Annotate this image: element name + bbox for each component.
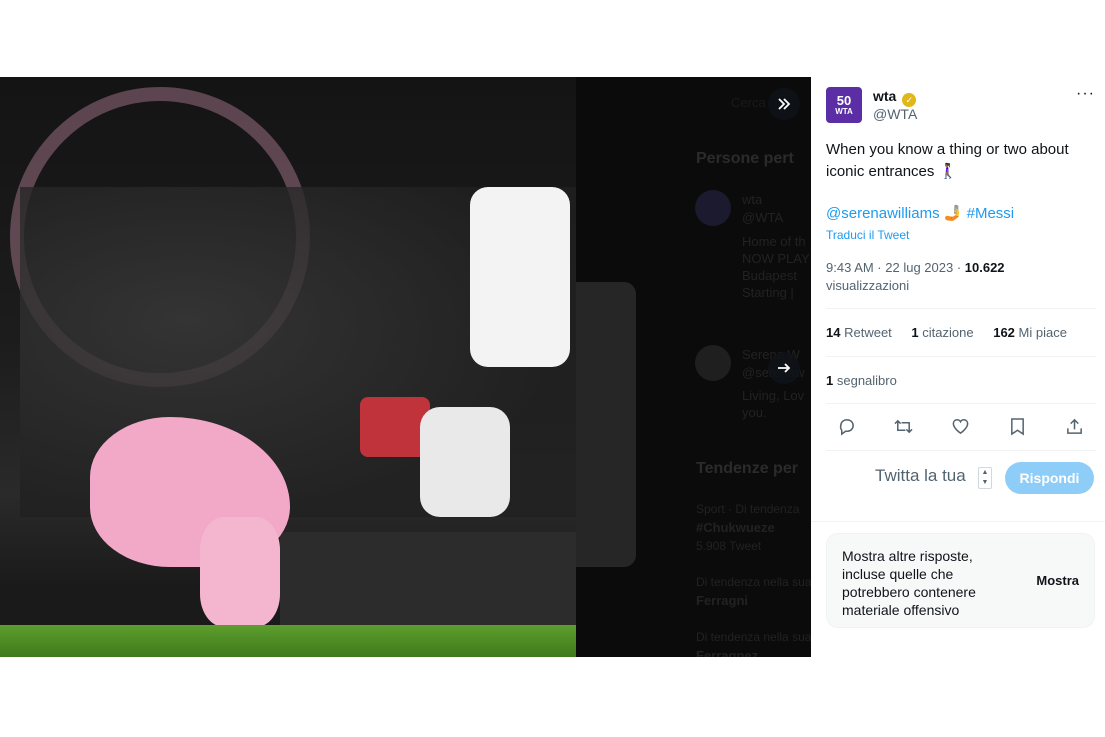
stand-ledge xyxy=(280,532,576,627)
trend1-count: 5.908 Tweet xyxy=(696,539,762,553)
spectator-white-shirt xyxy=(470,187,570,367)
reply-submit-button[interactable]: Rispondi xyxy=(1005,462,1094,494)
people-handle: @WTA xyxy=(742,210,784,225)
show-more-button[interactable]: Mostra xyxy=(1036,573,1079,588)
spectator-white-top xyxy=(420,407,510,517)
retweets-stat[interactable]: 14 Retweet xyxy=(826,325,892,340)
quotes-count: 1 xyxy=(911,325,919,340)
engagement-stats: 14 Retweet 1 citazione 162 Mi piace xyxy=(826,325,1083,340)
people-name: wta xyxy=(742,192,763,207)
trend3-context: Di tendenza nella sua xyxy=(696,630,811,644)
quotes-stat[interactable]: 1 citazione xyxy=(911,325,973,340)
reply-icon xyxy=(839,418,854,436)
section-separator xyxy=(811,521,1105,522)
divider xyxy=(826,450,1096,451)
bookmarks-stat: 1 segnalibro xyxy=(826,373,897,388)
people-section-title: Persone pert xyxy=(696,150,794,167)
retweets-label: Retweet xyxy=(844,325,892,340)
trend2-name: Ferragni xyxy=(696,593,749,608)
background-media-card xyxy=(576,282,636,567)
tweet-meta: 9:43 AM · 22 lug 2023 · 10.622 visualizz… xyxy=(826,259,1005,295)
next-media-button[interactable] xyxy=(768,352,800,384)
person2-bio-2: you. xyxy=(742,405,767,420)
bookmarks-label: segnalibro xyxy=(836,373,897,388)
person2-bio: Living, Lov xyxy=(742,388,805,403)
person2-avatar xyxy=(695,345,731,381)
double-chevron-right-icon xyxy=(778,98,791,110)
share-icon xyxy=(1066,418,1082,434)
trend1-context: Sport · Di tendenza xyxy=(696,502,800,516)
author-avatar[interactable]: 50 WTA xyxy=(826,87,862,123)
author-name[interactable]: wta ✓ xyxy=(873,88,917,107)
author-name-text: wta xyxy=(873,88,897,104)
mention-link[interactable]: @serenawilliams xyxy=(826,205,940,222)
show-more-replies-box: Mostra altre risposte, incluse quelle ch… xyxy=(826,533,1095,628)
people-bio-2: NOW PLAY xyxy=(742,251,810,266)
likes-stat[interactable]: 162 Mi piace xyxy=(993,325,1067,340)
retweet-icon xyxy=(893,419,913,433)
author-handle[interactable]: @WTA xyxy=(873,106,917,122)
tweet-photo[interactable] xyxy=(0,77,576,657)
bookmarks-count: 1 xyxy=(826,373,834,388)
quotes-label: citazione xyxy=(922,325,974,340)
people-bio-3: Budapest xyxy=(742,268,797,283)
pitch-grass xyxy=(0,625,576,657)
retweet-button[interactable] xyxy=(892,415,914,437)
people-bio: Home of th xyxy=(742,234,806,249)
bookmark-icon xyxy=(1010,417,1024,435)
people-bio-4: Starting | xyxy=(742,285,794,300)
people-avatar xyxy=(695,190,731,226)
tweet-text: When you know a thing or two about iconi… xyxy=(826,141,1069,180)
search-placeholder: Cerca xyxy=(731,95,766,110)
tweet-detail-panel: 50 WTA wta ✓ @WTA ··· When you know a th… xyxy=(811,77,1105,657)
mention-emoji: 🤳 xyxy=(943,205,963,222)
likes-label: Mi piace xyxy=(1018,325,1067,340)
translate-link[interactable]: Traduci il Tweet xyxy=(826,228,909,242)
trend1-name: #Chukwueze xyxy=(696,520,775,535)
like-button[interactable] xyxy=(949,415,971,437)
likes-count: 162 xyxy=(993,325,1015,340)
tweet-links: @serenawilliams 🤳 #Messi xyxy=(826,204,1014,222)
divider xyxy=(826,308,1096,309)
reply-scroll-stepper[interactable]: ▲ ▼ xyxy=(978,467,992,489)
more-options-icon[interactable]: ··· xyxy=(1076,85,1095,103)
retweets-count: 14 xyxy=(826,325,841,340)
trends-section-title: Tendenze per xyxy=(696,460,798,477)
tweet-actions xyxy=(835,415,1085,437)
avatar-text-top: 50 xyxy=(836,93,852,108)
hashtag-link[interactable]: #Messi xyxy=(967,205,1015,222)
divider xyxy=(826,403,1096,404)
avatar-text-bottom: WTA xyxy=(835,107,853,116)
arrow-right-icon xyxy=(778,363,791,373)
media-viewer: Cerca Persone pert wta @WTA Home of th N… xyxy=(0,77,811,657)
views-count: 10.622 xyxy=(964,260,1005,275)
trend3-name: Ferragnez xyxy=(696,648,759,657)
divider xyxy=(826,356,1096,357)
player-pink-shorts xyxy=(200,517,280,627)
trend2-context: Di tendenza nella sua xyxy=(696,575,811,589)
views-label: visualizzazioni xyxy=(826,278,910,293)
verified-badge-icon: ✓ xyxy=(902,93,917,107)
tweet-timestamp[interactable]: 9:43 AM · 22 lug 2023 · xyxy=(826,260,965,275)
heart-icon xyxy=(952,418,968,434)
reply-input[interactable]: Twitta la tua xyxy=(875,466,966,486)
reply-button[interactable] xyxy=(835,415,857,437)
bookmark-button[interactable] xyxy=(1006,415,1028,437)
show-more-text: Mostra altre risposte, incluse quelle ch… xyxy=(842,548,976,618)
share-button[interactable] xyxy=(1063,415,1085,437)
collapse-panel-button[interactable] xyxy=(768,88,800,120)
